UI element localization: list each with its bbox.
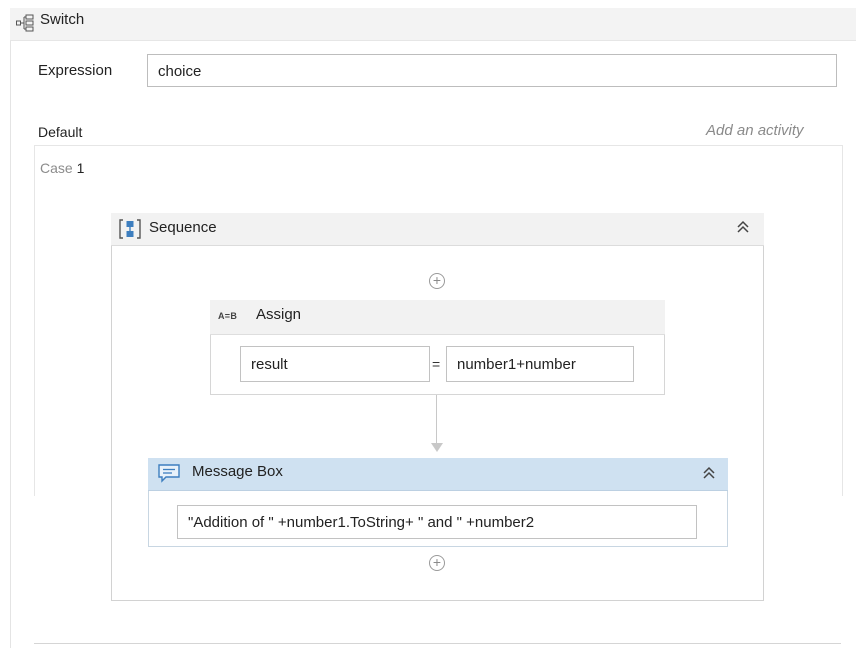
message-box-icon	[158, 464, 180, 483]
message-box-title: Message Box	[192, 463, 283, 480]
add-activity-plus-icon[interactable]: +	[429, 273, 445, 289]
switch-header[interactable]	[10, 8, 856, 41]
connector-arrow-icon	[431, 443, 443, 452]
sequence-icon	[119, 219, 141, 239]
collapse-chevron-icon[interactable]	[735, 219, 751, 235]
assign-title: Assign	[256, 306, 302, 323]
switch-icon	[16, 14, 34, 32]
sequence-title: Sequence	[149, 219, 217, 236]
switch-title: Switch	[40, 11, 85, 28]
expression-input[interactable]: choice	[147, 54, 837, 87]
collapse-chevron-icon[interactable]	[701, 465, 717, 481]
expression-label: Expression	[38, 62, 113, 79]
message-box-text-input[interactable]: "Addition of " +number1.ToString+ " and …	[177, 505, 697, 539]
add-activity-link[interactable]: Add an activity	[706, 122, 804, 139]
case-label[interactable]: Case 1	[40, 160, 84, 176]
add-activity-plus-icon[interactable]: +	[429, 555, 445, 571]
assign-icon: A=B	[218, 311, 238, 321]
default-label: Default	[38, 124, 83, 140]
connector-line	[436, 395, 437, 445]
case-value: 1	[76, 160, 85, 176]
assign-equals-sign: =	[432, 356, 441, 372]
assign-value-input[interactable]: number1+number	[446, 346, 634, 382]
case-label-text: Case	[40, 160, 73, 176]
bottom-divider	[34, 643, 841, 644]
assign-to-input[interactable]: result	[240, 346, 430, 382]
